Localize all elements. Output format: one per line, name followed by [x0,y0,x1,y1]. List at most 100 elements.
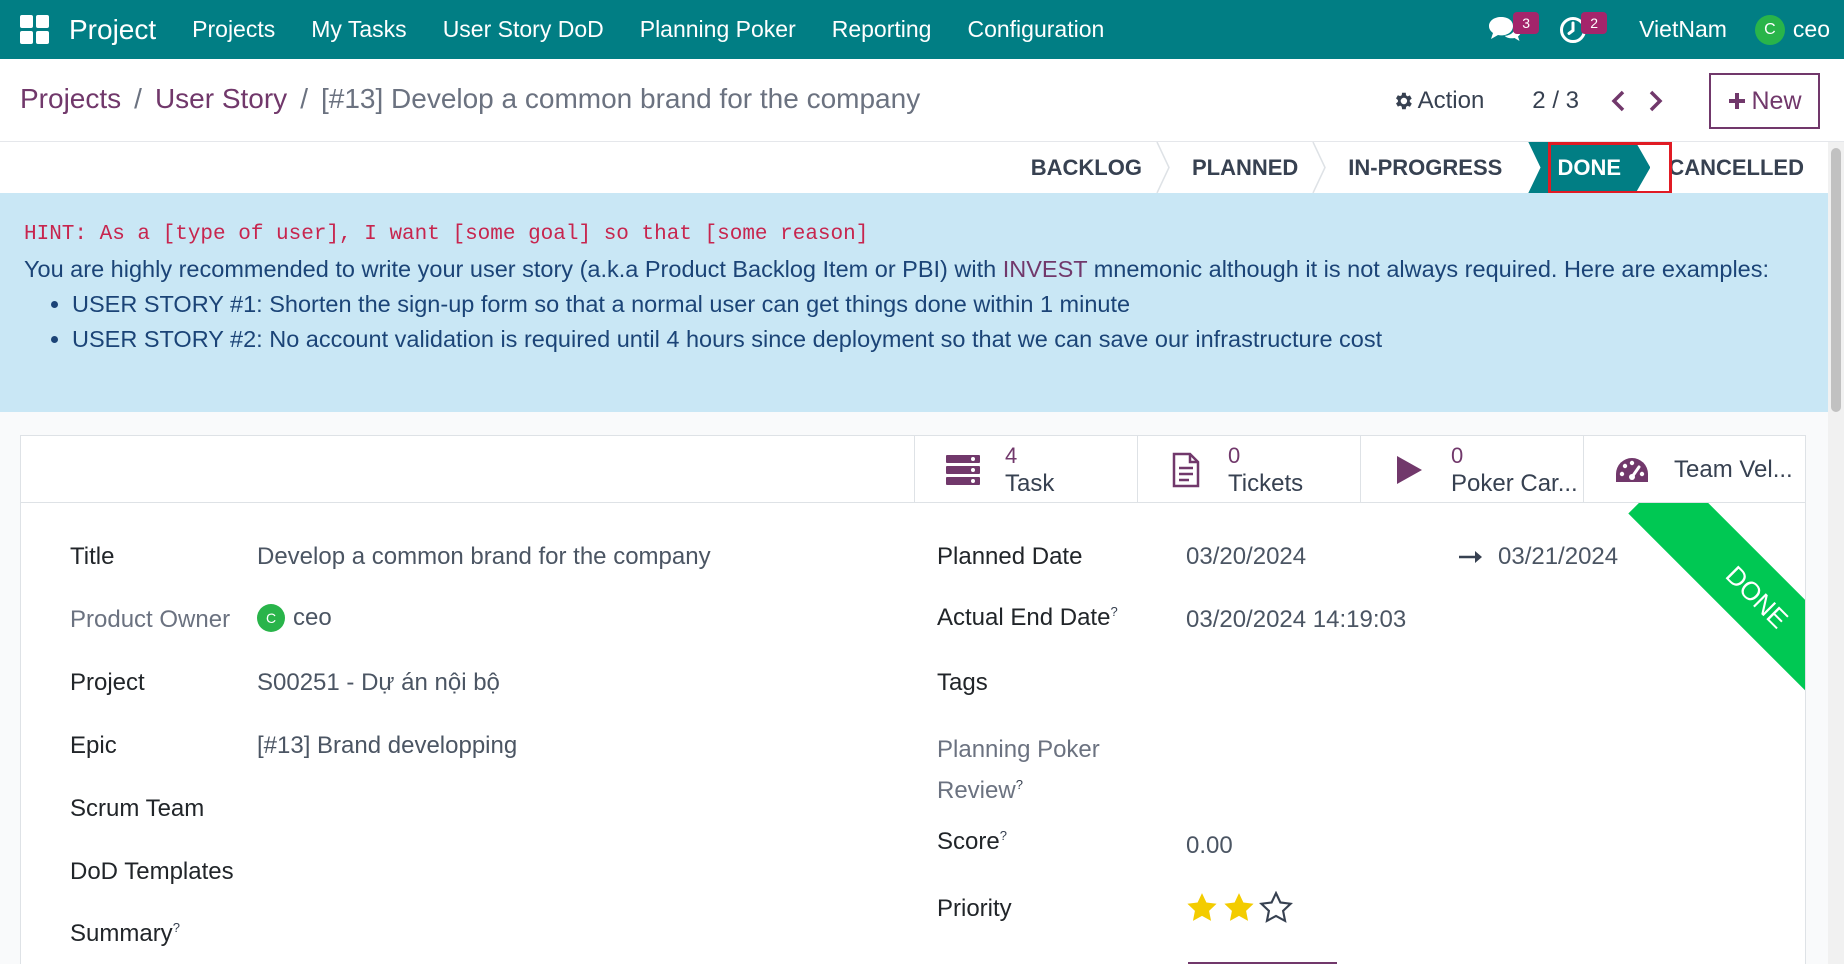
task-stat-button[interactable]: 4 Task [914,436,1137,503]
planned-end-field[interactable]: 03/21/2024 [1498,543,1618,571]
help-tooltip-icon[interactable]: ? [173,920,180,935]
tickets-count: 0 [1228,442,1241,468]
done-ribbon: DONE [1587,503,1805,723]
stage-in-progress[interactable]: IN-PROGRESS [1324,142,1528,193]
project-field[interactable]: S00251 - Dự án nội bộ [257,669,500,697]
messages-count-badge: 3 [1513,11,1540,34]
poker-cards-count: 0 [1451,442,1464,468]
activities-button[interactable]: 2 [1553,10,1608,50]
epic-field[interactable]: [#13] Brand developping [257,732,517,760]
gear-icon [1395,92,1412,110]
score-label-text: Score [937,828,1000,855]
menu-my-tasks[interactable]: My Tasks [293,16,424,43]
owner-avatar: C [257,604,285,632]
epic-label: Epic [70,732,117,759]
help-tooltip-icon[interactable]: ? [1016,777,1023,792]
priority-stars[interactable] [1185,891,1296,925]
priority-label: Priority [937,895,1012,922]
stage-cancelled[interactable]: CANCELLED [1650,142,1828,193]
play-icon [1389,455,1429,485]
title-field[interactable]: Develop a common brand for the company [257,543,711,571]
planning-poker-review-label: Planning Poker Review? [937,732,1100,808]
messages-button[interactable]: 3 [1485,10,1540,50]
menu-projects[interactable]: Projects [174,16,293,43]
hint-code: HINT: As a [type of user], I want [some … [24,223,869,246]
menu-planning-poker[interactable]: Planning Poker [622,16,814,43]
help-tooltip-icon[interactable]: ? [1000,828,1007,843]
planning-poker-review-label-line1: Planning Poker [937,736,1100,763]
stage-cancelled-label: CANCELLED [1668,154,1804,180]
hint-example-item: USER STORY #1: Shorten the sign-up form … [72,291,1804,318]
chevron-right-icon [1649,90,1663,112]
dod-templates-label: DoD Templates [70,858,234,885]
hint-text: You are highly recommended to write your… [24,256,1804,283]
planning-poker-review-label-line2: Review [937,777,1016,804]
tasks-icon [943,454,983,485]
hint-text-before: You are highly recommended to write your… [24,256,1003,282]
menu-reporting[interactable]: Reporting [814,16,950,43]
stage-backlog-label: BACKLOG [1030,154,1142,180]
hint-examples: USER STORY #1: Shorten the sign-up form … [24,291,1804,353]
star-empty-icon[interactable] [1259,891,1293,925]
document-icon [1166,452,1206,488]
summary-label-text: Summary [70,920,173,947]
main-menu: Projects My Tasks User Story DoD Plannin… [174,16,1122,43]
form-sheet: 4 Task 0 Tickets 0 Poker Car... Team Vel...… [20,435,1806,964]
activities-count-badge: 2 [1581,11,1608,34]
scrollbar-thumb[interactable] [1831,148,1841,412]
actual-end-date-field[interactable]: 03/20/2024 14:19:03 [1186,606,1406,634]
menu-user-story-dod[interactable]: User Story DoD [425,16,622,43]
task-label: Task [1005,469,1055,497]
actual-end-date-label: Actual End Date? [937,604,1118,632]
page-scrollbar[interactable] [1828,142,1844,964]
planned-date-label: Planned Date [937,543,1083,570]
action-menu-button[interactable]: Action [1392,87,1485,115]
team-velocity-stat-button[interactable]: Team Vel... [1583,436,1805,503]
hint-invest: INVEST [1002,256,1088,282]
pager-value[interactable]: 2 / 3 [1532,87,1579,115]
breadcrumb-current: [#13] Develop a common brand for the com… [320,83,921,114]
hint-example-item: USER STORY #2: No account validation is … [72,326,1804,353]
stage-done-label: DONE [1557,154,1622,180]
app-name[interactable]: Project [69,14,156,46]
apps-menu-icon[interactable] [20,15,49,44]
menu-configuration[interactable]: Configuration [949,16,1122,43]
poker-cards-stat-button[interactable]: 0 Poker Car... [1360,436,1583,503]
arrow-right-icon [1459,551,1482,563]
action-label: Action [1417,87,1485,114]
breadcrumb-user-story[interactable]: User Story [155,83,287,115]
star-filled-icon[interactable] [1185,891,1219,925]
pager-previous-button[interactable] [1601,83,1637,119]
product-owner-label: Product Owner [70,606,231,633]
breadcrumb-projects[interactable]: Projects [20,83,121,115]
tickets-label: Tickets [1228,469,1304,497]
new-label: New [1751,86,1802,115]
dashboard-gauge-icon [1612,456,1652,484]
score-label: Score? [937,828,1007,856]
user-menu[interactable]: C ceo [1754,14,1830,45]
star-filled-icon[interactable] [1222,891,1256,925]
tickets-stat-button[interactable]: 0 Tickets [1137,436,1360,503]
control-panel: Projects / User Story / [#13] Develop a … [0,59,1844,142]
user-avatar: C [1754,14,1785,45]
new-button[interactable]: New [1709,73,1820,129]
score-field: 0.00 [1186,832,1233,859]
breadcrumb-separator: / [300,83,308,114]
hint-text-after: mnemonic although it is not always requi… [1087,256,1770,282]
planned-start-field[interactable]: 03/20/2024 [1186,543,1306,571]
tags-label: Tags [937,669,988,696]
top-navbar: Project Projects My Tasks User Story DoD… [0,0,1844,59]
ribbon-label: DONE [1720,559,1795,634]
breadcrumb-separator: / [134,83,142,114]
product-owner-field[interactable]: C ceo [257,604,332,632]
stage-planned[interactable]: PLANNED [1168,142,1327,193]
pager-next-button[interactable] [1637,83,1673,119]
poker-cards-label: Poker Car... [1451,469,1578,497]
breadcrumb: Projects / User Story / [#13] Develop a … [20,83,920,115]
stage-done[interactable]: DONE [1528,142,1651,193]
stage-backlog[interactable]: BACKLOG [1030,142,1170,193]
stage-in-progress-label: IN-PROGRESS [1348,154,1503,180]
help-tooltip-icon[interactable]: ? [1110,604,1117,619]
project-label: Project [70,669,145,696]
company-switcher[interactable]: VietNam [1639,16,1727,43]
